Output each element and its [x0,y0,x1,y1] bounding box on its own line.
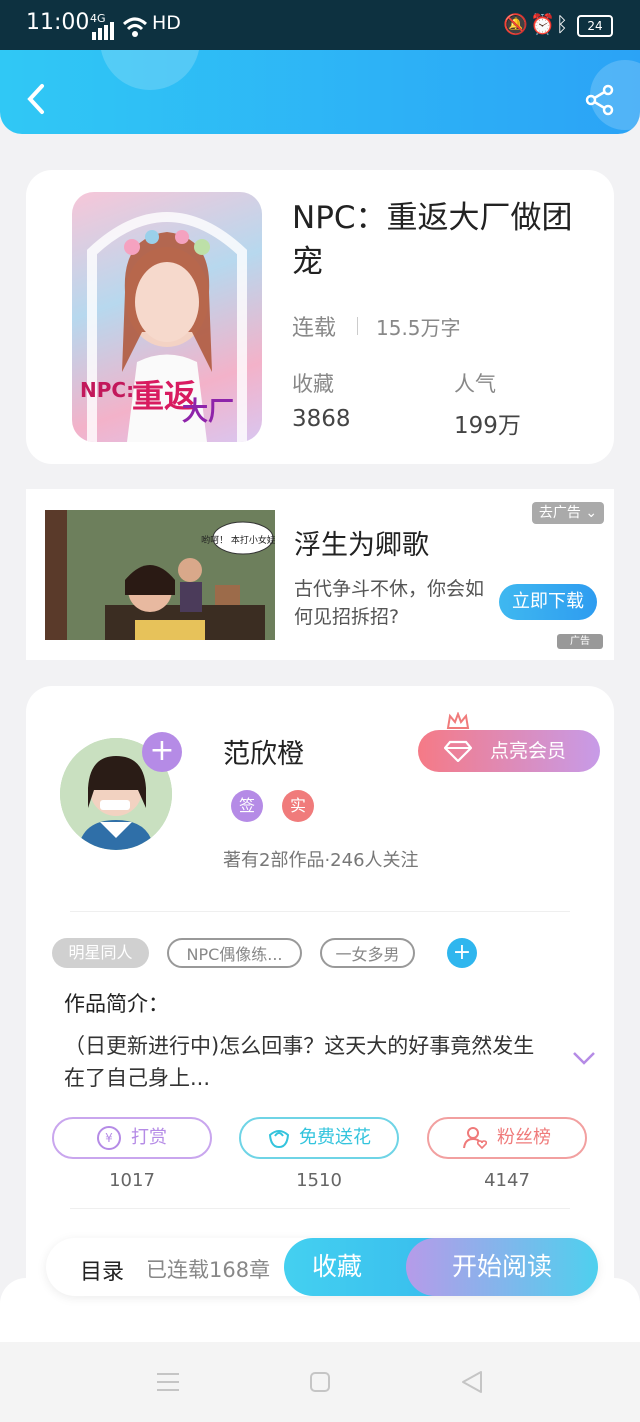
vip-button[interactable]: 点亮会员 [418,730,600,772]
book-info-card: NPC: 重返 大厂 NPC：重返大厂做团宠 连载 15.5万字 收藏 3868… [26,170,614,464]
svg-text:大厂: 大厂 [182,397,234,427]
status-time: 11:00 [26,10,90,35]
meta-divider [357,317,358,335]
tip-button[interactable]: ¥ 打赏 [52,1117,212,1159]
alarm-icon: ⏰ [530,12,555,36]
book-word-count: 15.5万字 [376,316,461,340]
add-tag-button[interactable]: + [447,938,477,968]
ad-bubble-text: 哟呵！ 本打小女娃子 [201,534,275,546]
book-status: 连载 [292,316,337,341]
start-reading-button[interactable]: 开始阅读 [406,1238,598,1296]
ad-description: 古代争斗不休，你会如何见招拆招? [294,578,485,628]
send-flower-button[interactable]: 免费送花 [239,1117,399,1159]
author-name: 范欣橙 [223,739,304,770]
popularity-count: 199万 [454,413,521,439]
fan-count: 4147 [484,1170,530,1191]
cover-art: NPC: 重返 大厂 [80,212,247,442]
book-title: NPC：重返大厂做团宠 [292,200,573,280]
flower-count: 1510 [296,1170,342,1191]
diamond-icon [444,740,472,762]
ad-game-art: 哟呵！ 本打小女娃子 [45,510,275,640]
battery-icon: 24 [577,15,613,37]
remove-ad-button[interactable]: 去广告 ⌄ [532,502,604,524]
wifi-icon [122,17,148,37]
follow-author-button[interactable]: + [142,732,182,772]
signal-icon [92,22,114,40]
signed-badge: 签 [231,790,263,822]
menu-icon[interactable] [156,1372,180,1392]
intro-text: （日更新进行中)怎么回事？这天大的好事竟然发生在了自己身上... [64,1034,535,1090]
fan-ranking-button[interactable]: 粉丝榜 [427,1117,587,1159]
send-flower-label: 免费送花 [299,1127,371,1148]
ad-badge: 广告 [557,634,603,649]
mute-icon: 🔕 [503,12,528,36]
chevron-down-icon[interactable] [572,1050,596,1066]
download-button[interactable]: 立即下载 [499,584,597,620]
favorites-label: 收藏 [292,372,334,396]
catalog-button[interactable]: 目录 [80,1254,124,1286]
ad-banner[interactable]: 哟呵！ 本打小女娃子 浮生为卿歌 古代争斗不休，你会如何见招拆招? 去广告 ⌄ … [26,489,614,660]
vip-label: 点亮会员 [490,740,567,762]
ad-image[interactable]: 哟呵！ 本打小女娃子 [45,510,275,640]
popularity-label: 人气 [454,372,496,396]
system-nav-bar [0,1342,640,1422]
ad-badge-label: 广告 [570,636,590,647]
share-icon[interactable] [584,84,616,116]
tag-item[interactable]: 明星同人 [52,938,149,968]
tag-item[interactable]: 一女多男 [320,938,415,968]
status-bar: 11:00 4G HD 🔕 ⏰ ᛒ 24 [0,0,640,50]
book-cover-image[interactable]: NPC: 重返 大厂 [72,192,262,442]
home-icon[interactable] [309,1371,331,1393]
flower-icon [268,1130,290,1149]
coin-icon: ¥ [97,1126,121,1150]
remove-ad-label: 去广告 [538,505,581,521]
author-stats: 著有2部作品·246人关注 [223,850,419,871]
user-heart-icon [463,1127,488,1150]
svg-text:NPC:: NPC: [80,378,134,402]
tip-count: 1017 [109,1170,155,1191]
ad-title: 浮生为卿歌 [294,530,429,561]
back-nav-icon[interactable] [460,1370,484,1394]
bottom-action-bar: 目录 已连载168章 收藏 开始阅读 [46,1238,598,1296]
crown-icon [446,712,470,729]
back-arrow-icon[interactable] [22,82,50,116]
divider [70,1208,570,1209]
chapter-count: 已连载168章 [146,1258,271,1282]
author-details-card: + 范欣橙 签 实 著有2部作品·246人关注 点亮会员 明星同人 NPC偶像练… [26,686,614,1306]
divider [70,911,570,912]
favorites-count: 3868 [292,406,351,432]
tip-label: 打赏 [131,1127,167,1148]
fan-ranking-label: 粉丝榜 [497,1127,551,1148]
bluetooth-icon: ᛒ [556,12,568,36]
intro-heading: 作品简介： [64,992,169,1016]
verified-badge: 实 [282,790,314,822]
tag-item[interactable]: NPC偶像练... [167,938,302,968]
hd-indicator: HD [152,12,181,34]
top-header [0,50,640,134]
